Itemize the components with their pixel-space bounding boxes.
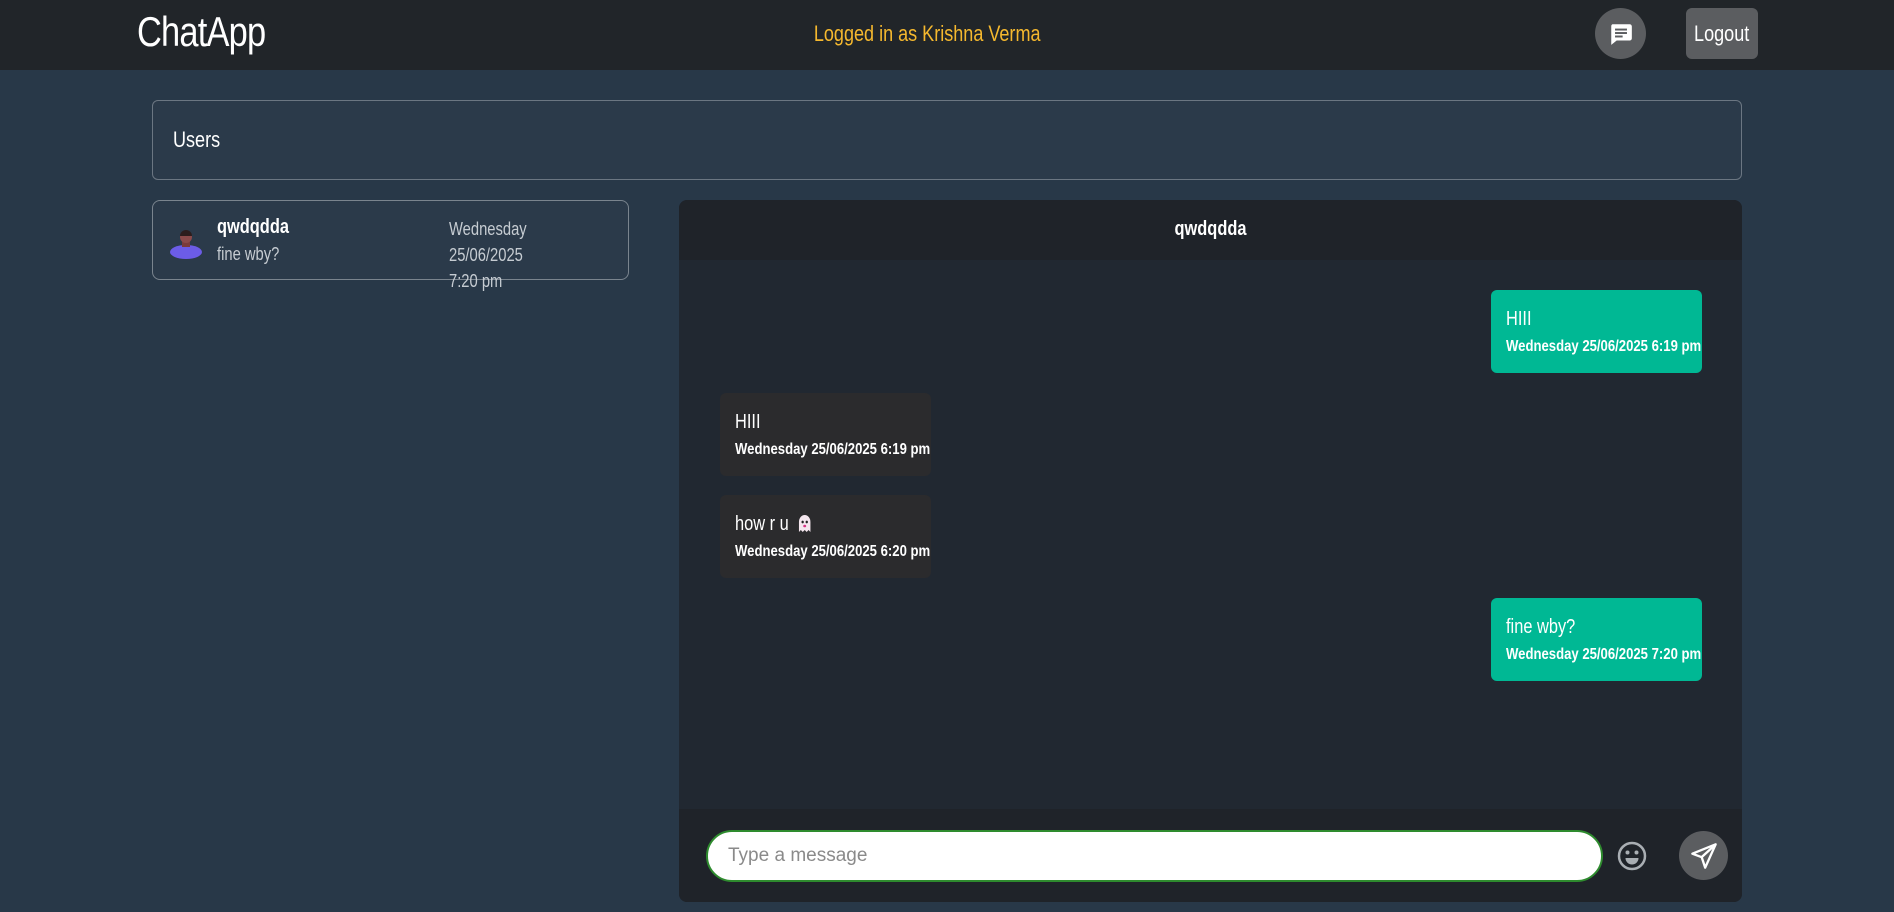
users-title: Users [173, 127, 221, 152]
message-input[interactable] [706, 830, 1603, 882]
message-text: HIII [735, 411, 761, 433]
user-last-message: fine wby? [217, 244, 280, 264]
chat-header: qwdqdda [679, 200, 1742, 260]
message-composer [679, 809, 1742, 902]
message-bubble-sent: fine wby? Wednesday 25/06/2025 7:20 pm [1491, 598, 1702, 681]
message-time: Wednesday 25/06/2025 7:20 pm [1506, 646, 1702, 663]
chat-nav-button[interactable] [1595, 8, 1646, 59]
user-avatar-icon [170, 230, 202, 259]
user-last-timestamp: Wednesday 25/06/2025 7:20 pm [449, 216, 597, 294]
message-bubble-received: HIII Wednesday 25/06/2025 6:19 pm [720, 393, 931, 476]
message-time: Wednesday 25/06/2025 6:19 pm [735, 441, 931, 458]
logout-label: Logout [1694, 20, 1750, 46]
message-text: HIII [1506, 308, 1532, 330]
chat-bubble-icon [1610, 23, 1632, 45]
ghost-icon [799, 515, 811, 532]
user-list-item[interactable]: qwdqdda fine wby? Wednesday 25/06/2025 7… [152, 200, 629, 291]
message-text: fine wby? [1506, 616, 1576, 638]
message-bubble-sent: HIII Wednesday 25/06/2025 6:19 pm [1491, 290, 1702, 373]
send-button[interactable] [1679, 831, 1728, 880]
message-time: Wednesday 25/06/2025 6:19 pm [1506, 338, 1702, 355]
users-panel-header: Users [152, 100, 1742, 180]
message-text-row: how r u [735, 513, 813, 536]
paper-plane-icon [1690, 842, 1717, 869]
top-navbar: ChatApp Logged in as Krishna Verma Logou… [0, 0, 1894, 70]
smiley-icon[interactable] [1616, 840, 1648, 872]
message-text: how r u [735, 513, 789, 535]
user-timestamp-time: 7:20 pm [449, 271, 503, 291]
logged-in-status: Logged in as Krishna Verma [813, 21, 1041, 46]
message-bubble-received: how r u Wednesday 25/06/2025 6:20 pm [720, 495, 931, 578]
user-timestamp-date: Wednesday 25/06/2025 [449, 219, 527, 265]
logout-button[interactable]: Logout [1686, 8, 1758, 59]
message-time: Wednesday 25/06/2025 6:20 pm [735, 543, 931, 560]
chat-contact-name: qwdqdda [1174, 218, 1247, 240]
user-name: qwdqdda [217, 216, 289, 238]
chat-panel: qwdqdda HIII Wednesday 25/06/2025 6:19 p… [679, 200, 1742, 902]
